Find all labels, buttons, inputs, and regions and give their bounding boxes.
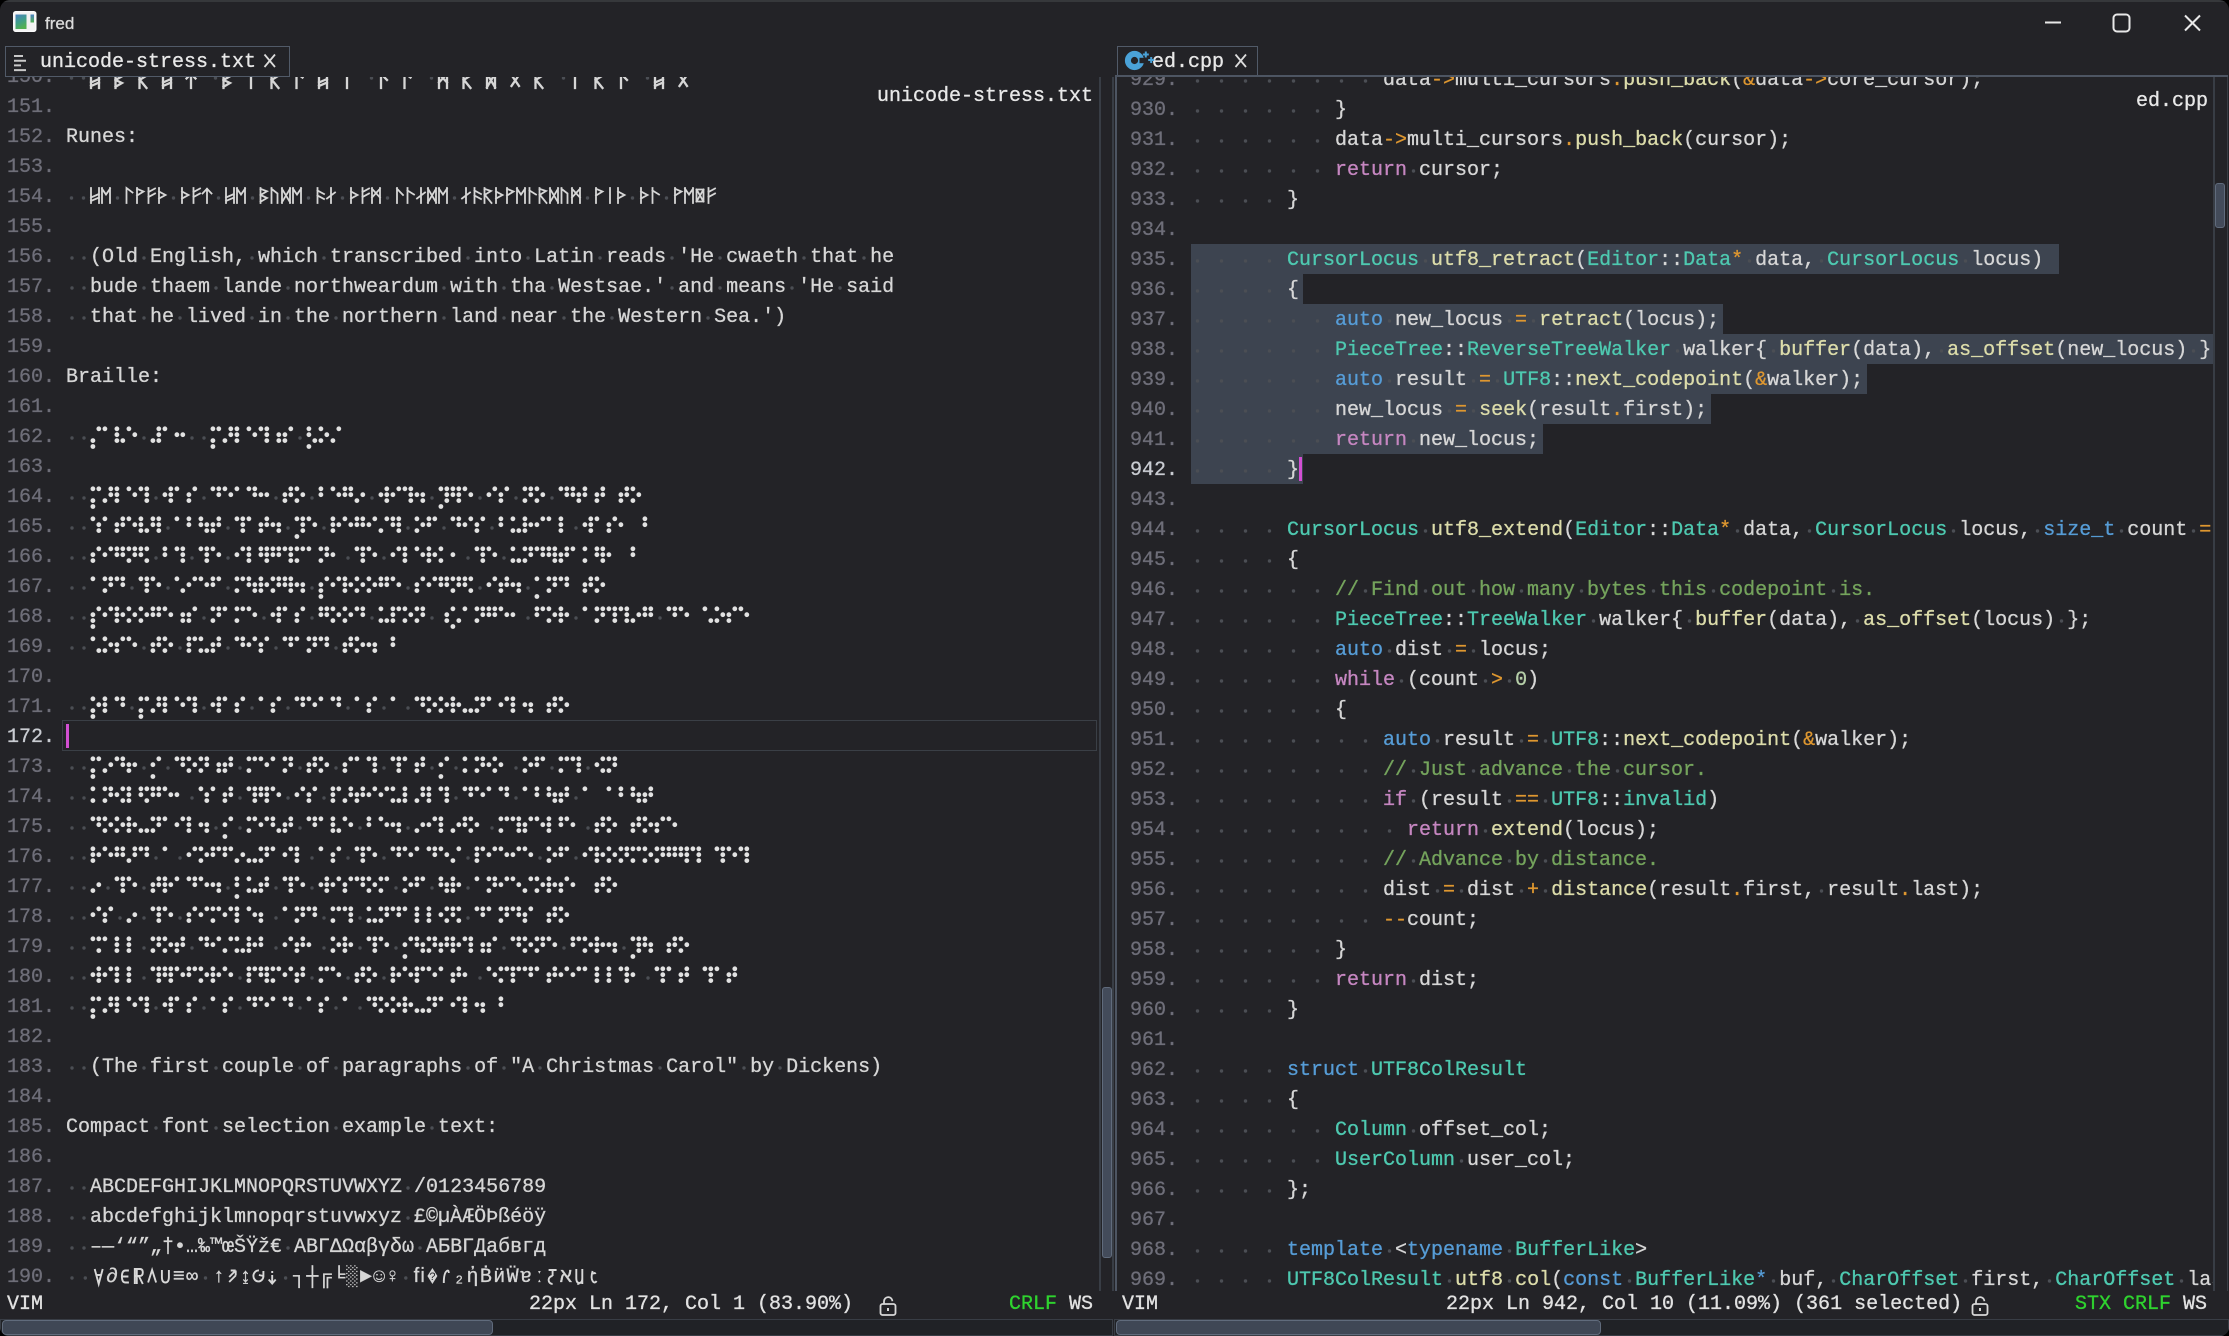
svg-text:?: ? xyxy=(429,1271,435,1283)
